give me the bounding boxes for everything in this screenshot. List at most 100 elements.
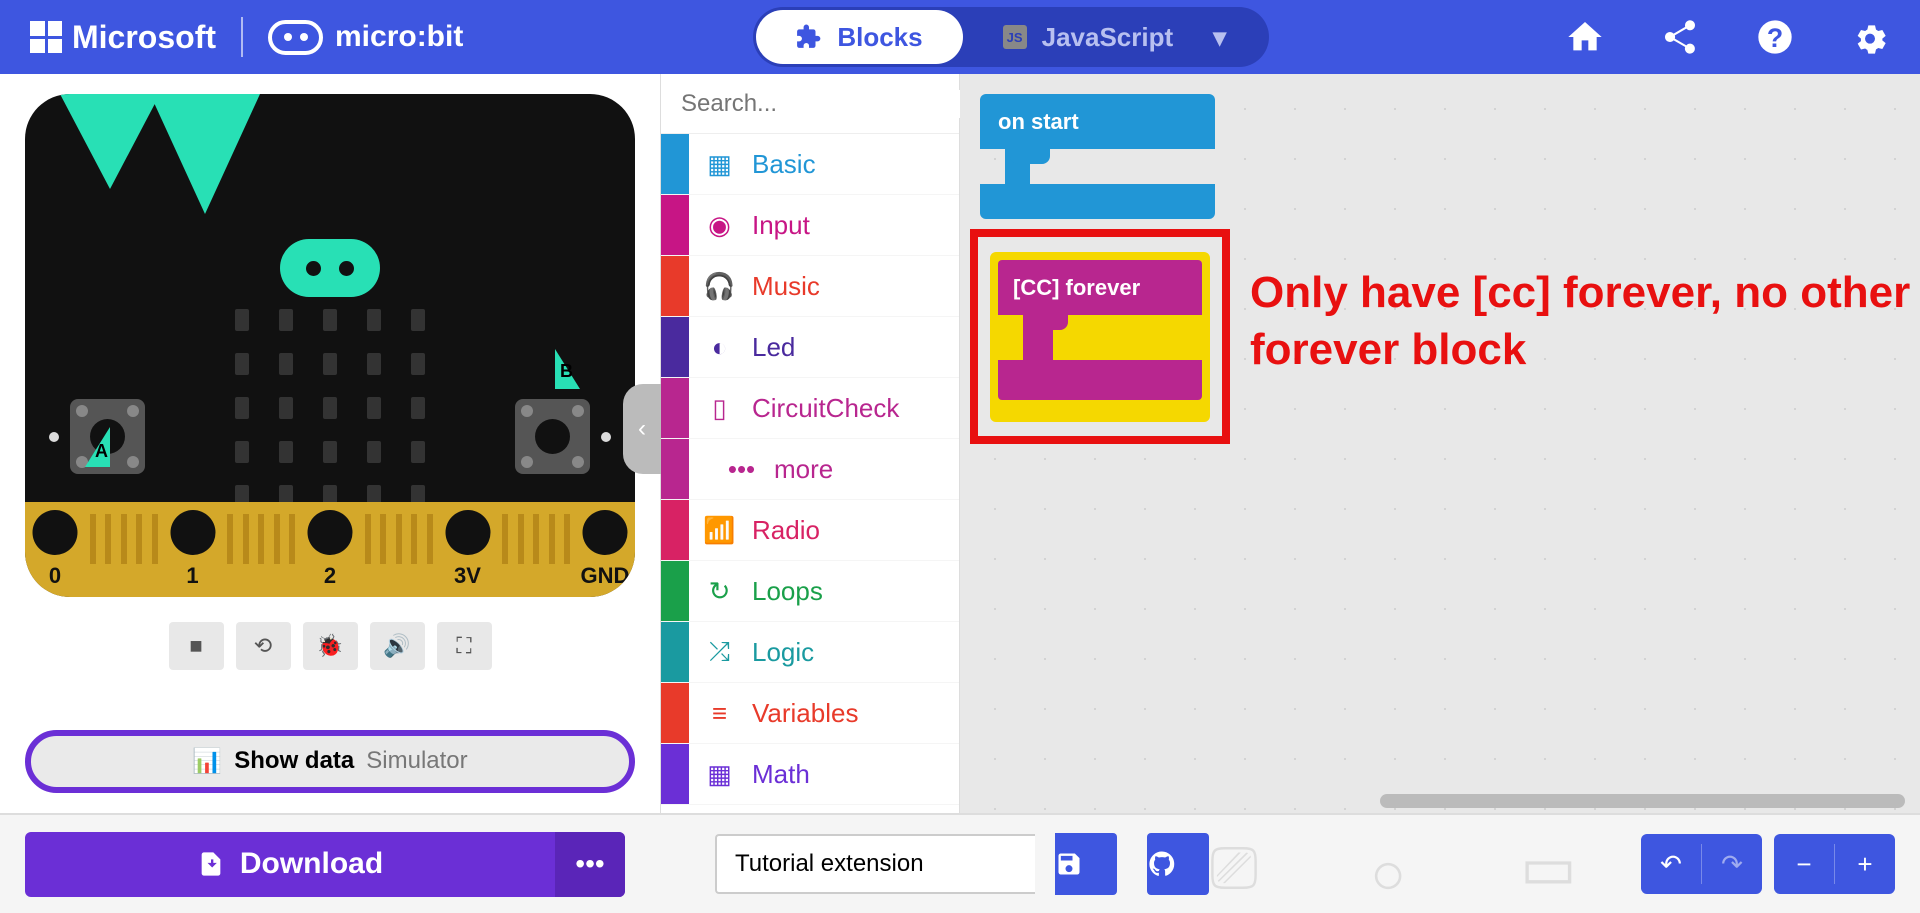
category-label: Music — [752, 271, 820, 302]
app-header: Microsoft micro:bit Blocks JS JavaScript… — [0, 0, 1920, 74]
simulator-toolbar: ■ ⟲ 🐞 🔊 ⛶ — [25, 622, 635, 670]
pin-0[interactable]: 0 — [25, 502, 85, 597]
footer-right-tools: ↶ ↷ − + — [1641, 834, 1895, 894]
microbit-label: micro:bit — [335, 20, 463, 54]
chip-icon: ▯ — [697, 393, 742, 424]
category-music[interactable]: 🎧 Music — [661, 256, 959, 317]
category-color-bar — [661, 439, 689, 499]
puzzle-icon — [796, 24, 822, 50]
chevron-down-icon[interactable]: ▾ — [1213, 22, 1226, 53]
category-label: Led — [752, 332, 795, 363]
microbit-logo[interactable]: micro:bit — [268, 20, 463, 55]
debug-button[interactable]: 🐞 — [303, 622, 358, 670]
category-color-bar — [661, 378, 689, 438]
download-more-button[interactable]: ••• — [555, 832, 625, 897]
js-icon: JS — [1003, 25, 1027, 49]
category-math[interactable]: ▦ Math — [661, 744, 959, 805]
category-color-bar — [661, 683, 689, 743]
shuffle-icon: ⤮ — [697, 636, 742, 668]
category-input[interactable]: ◉ Input — [661, 195, 959, 256]
microbit-icon — [268, 20, 323, 55]
share-icon[interactable] — [1660, 17, 1700, 57]
category-label: Loops — [752, 576, 823, 607]
list-icon: ≡ — [697, 698, 742, 729]
home-icon[interactable] — [1565, 17, 1605, 57]
corner-triangle-icon — [60, 94, 160, 189]
stop-button[interactable]: ■ — [169, 622, 224, 670]
mute-button[interactable]: 🔊 — [370, 622, 425, 670]
annotation-box: [CC] forever — [970, 229, 1230, 444]
pin-gnd[interactable]: GND — [575, 502, 635, 597]
category-color-bar — [661, 256, 689, 316]
footer-bar: Download ••• ⎚ ○ ▭ ↶ ↷ − + — [0, 813, 1920, 913]
download-button[interactable]: Download ••• — [25, 832, 625, 897]
block-canvas[interactable]: on start [CC] forever Only have [cc] for… — [960, 74, 1920, 813]
category-label: Input — [752, 210, 810, 241]
microbit-simulator[interactable]: A B 0 1 2 3V GND — [25, 94, 635, 597]
zoom-out-button[interactable]: − — [1774, 834, 1834, 894]
headphones-icon: 🎧 — [697, 271, 742, 302]
pin-3v[interactable]: 3V — [438, 502, 498, 597]
category-basic[interactable]: ▦ Basic — [661, 134, 959, 195]
undo-button[interactable]: ↶ — [1641, 834, 1701, 894]
zoom-in-button[interactable]: + — [1835, 834, 1895, 894]
tab-javascript[interactable]: JS JavaScript ▾ — [963, 10, 1267, 64]
tab-js-label: JavaScript — [1042, 22, 1174, 53]
search-input[interactable] — [681, 90, 991, 118]
github-button[interactable] — [1147, 833, 1209, 895]
block-categories: ‹ 🔍 ▦ Basic ◉ Input 🎧 Music ◐ Led ▯ Circ… — [660, 74, 960, 813]
ghost-decoration: ⎚ — [1210, 833, 1258, 903]
category-label: Math — [752, 759, 810, 790]
category-more[interactable]: ••• more — [661, 439, 959, 500]
pin-1[interactable]: 1 — [163, 502, 223, 597]
zoom-group: − + — [1774, 834, 1895, 894]
save-button[interactable] — [1055, 833, 1117, 895]
header-divider — [241, 17, 243, 57]
redo-button[interactable]: ↷ — [1702, 834, 1762, 894]
redo-icon: ↻ — [697, 576, 742, 607]
a-label: A — [95, 441, 108, 462]
download-icon — [197, 850, 225, 878]
on-start-block[interactable]: on start — [980, 94, 1215, 219]
board-face-icon — [280, 239, 380, 297]
show-data-label: Show data — [234, 747, 354, 775]
category-radio[interactable]: 📶 Radio — [661, 500, 959, 561]
category-circuitcheck[interactable]: ▯ CircuitCheck — [661, 378, 959, 439]
cc-forever-block[interactable]: [CC] forever — [990, 252, 1210, 422]
ghost-decoration: ○ — [1370, 839, 1406, 908]
tab-blocks[interactable]: Blocks — [756, 10, 962, 64]
undo-redo-group: ↶ ↷ — [1641, 834, 1762, 894]
pin-2[interactable]: 2 — [300, 502, 360, 597]
microsoft-label: Microsoft — [72, 19, 216, 56]
microsoft-icon — [30, 21, 62, 53]
save-icon — [1055, 850, 1083, 878]
category-label: CircuitCheck — [752, 393, 899, 424]
svg-text:?: ? — [1767, 23, 1783, 53]
chart-icon: 📊 — [192, 747, 222, 776]
category-logic[interactable]: ⤮ Logic — [661, 622, 959, 683]
category-color-bar — [661, 317, 689, 377]
show-data-button[interactable]: 📊 Show data Simulator — [25, 730, 635, 793]
category-led[interactable]: ◐ Led — [661, 317, 959, 378]
collapse-simulator-button[interactable]: ‹ — [623, 384, 661, 474]
help-icon[interactable]: ? — [1755, 17, 1795, 57]
category-color-bar — [661, 195, 689, 255]
restart-button[interactable]: ⟲ — [236, 622, 291, 670]
category-label: Variables — [752, 698, 858, 729]
gear-icon[interactable] — [1850, 17, 1890, 57]
project-name-input[interactable] — [715, 834, 1035, 894]
microsoft-logo[interactable]: Microsoft — [30, 19, 216, 56]
board-dot — [49, 432, 59, 442]
toggle-icon: ◐ — [697, 332, 742, 363]
grid-icon: ▦ — [697, 149, 742, 180]
horizontal-scrollbar[interactable] — [1380, 794, 1905, 808]
b-label: B — [560, 361, 573, 382]
button-b[interactable] — [515, 399, 590, 474]
category-variables[interactable]: ≡ Variables — [661, 683, 959, 744]
led-grid[interactable] — [235, 309, 425, 507]
fullscreen-button[interactable]: ⛶ — [437, 622, 492, 670]
show-data-sub: Simulator — [366, 747, 467, 775]
calc-icon: ▦ — [697, 759, 742, 790]
circle-icon: ◉ — [697, 210, 742, 241]
category-loops[interactable]: ↻ Loops — [661, 561, 959, 622]
